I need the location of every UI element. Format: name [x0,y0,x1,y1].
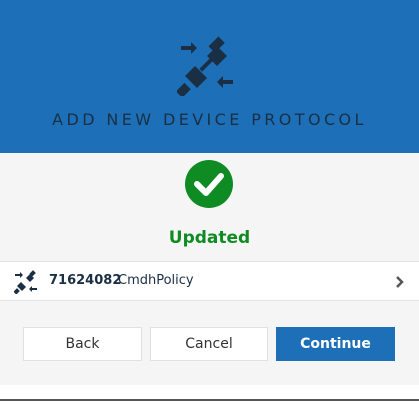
status-text: Updated [168,228,251,248]
plug-connect-icon [177,36,233,96]
chevron-right-icon [396,276,404,288]
protocol-name: CmdhPolicy [118,273,194,288]
cancel-button[interactable]: Cancel [150,327,268,361]
add-device-protocol-dialog: ADD NEW DEVICE PROTOCOL Updated 71624082… [0,0,419,404]
bottom-divider [0,399,419,401]
dialog-header: ADD NEW DEVICE PROTOCOL [0,0,419,153]
back-button[interactable]: Back [23,327,142,361]
dialog-title: ADD NEW DEVICE PROTOCOL [52,110,367,129]
check-circle-icon [185,160,233,208]
protocol-id: 71624082 [49,273,122,288]
plug-connect-icon [14,270,37,294]
continue-button[interactable]: Continue [276,327,395,361]
protocol-list-item[interactable]: 71624082 CmdhPolicy [0,261,419,301]
